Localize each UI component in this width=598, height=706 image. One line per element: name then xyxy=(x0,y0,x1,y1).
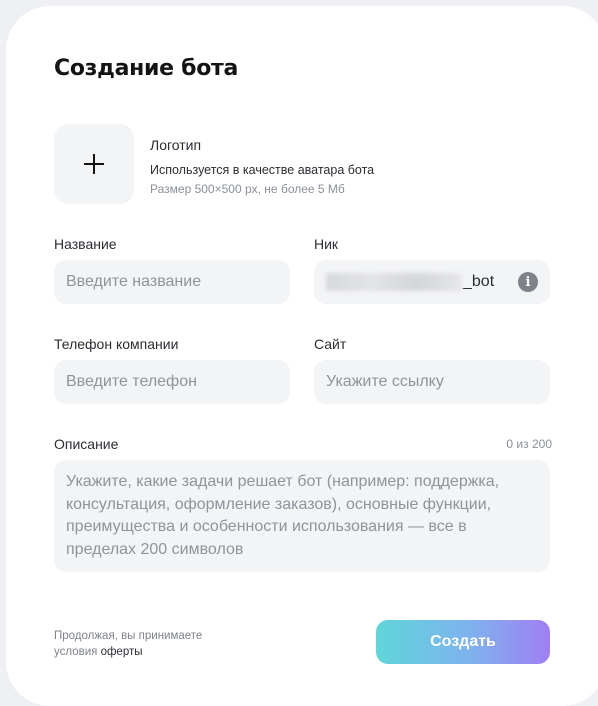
logo-info: Логотип Используется в качестве аватара … xyxy=(150,137,374,196)
logo-description: Используется в качестве аватара бота xyxy=(150,163,375,177)
terms-prefix: условия xyxy=(54,646,101,658)
nick-field[interactable]: _bot i xyxy=(314,260,550,304)
nick-value-blurred xyxy=(326,273,462,291)
name-label: Название xyxy=(54,236,117,252)
logo-upload-button[interactable] xyxy=(54,124,134,204)
create-bot-card: Создание бота Логотип Используется в кач… xyxy=(6,6,598,706)
terms-notice: Продолжая, вы принимаете условия оферты xyxy=(54,628,202,660)
terms-line: условия оферты xyxy=(54,644,202,660)
logo-label: Логотип xyxy=(150,137,202,153)
terms-text: Продолжая, вы принимаете xyxy=(54,630,203,642)
nick-suffix: _bot xyxy=(463,273,495,290)
description-textarea[interactable] xyxy=(54,460,550,572)
description-label: Описание xyxy=(54,436,119,452)
site-label: Сайт xyxy=(314,336,347,352)
page-title: Создание бота xyxy=(54,56,239,81)
description-counter: 0 из 200 xyxy=(506,437,552,451)
nick-label: Ник xyxy=(314,236,339,252)
offer-link[interactable]: оферты xyxy=(101,646,143,658)
site-input[interactable] xyxy=(314,360,550,404)
plus-icon xyxy=(84,154,104,174)
create-button[interactable]: Создать xyxy=(376,620,550,664)
info-icon[interactable]: i xyxy=(518,272,538,292)
phone-label: Телефон компании xyxy=(54,336,179,352)
phone-input[interactable] xyxy=(54,360,290,404)
logo-hint: Размер 500×500 px, не более 5 Мб xyxy=(150,182,345,196)
name-input[interactable] xyxy=(54,260,290,304)
